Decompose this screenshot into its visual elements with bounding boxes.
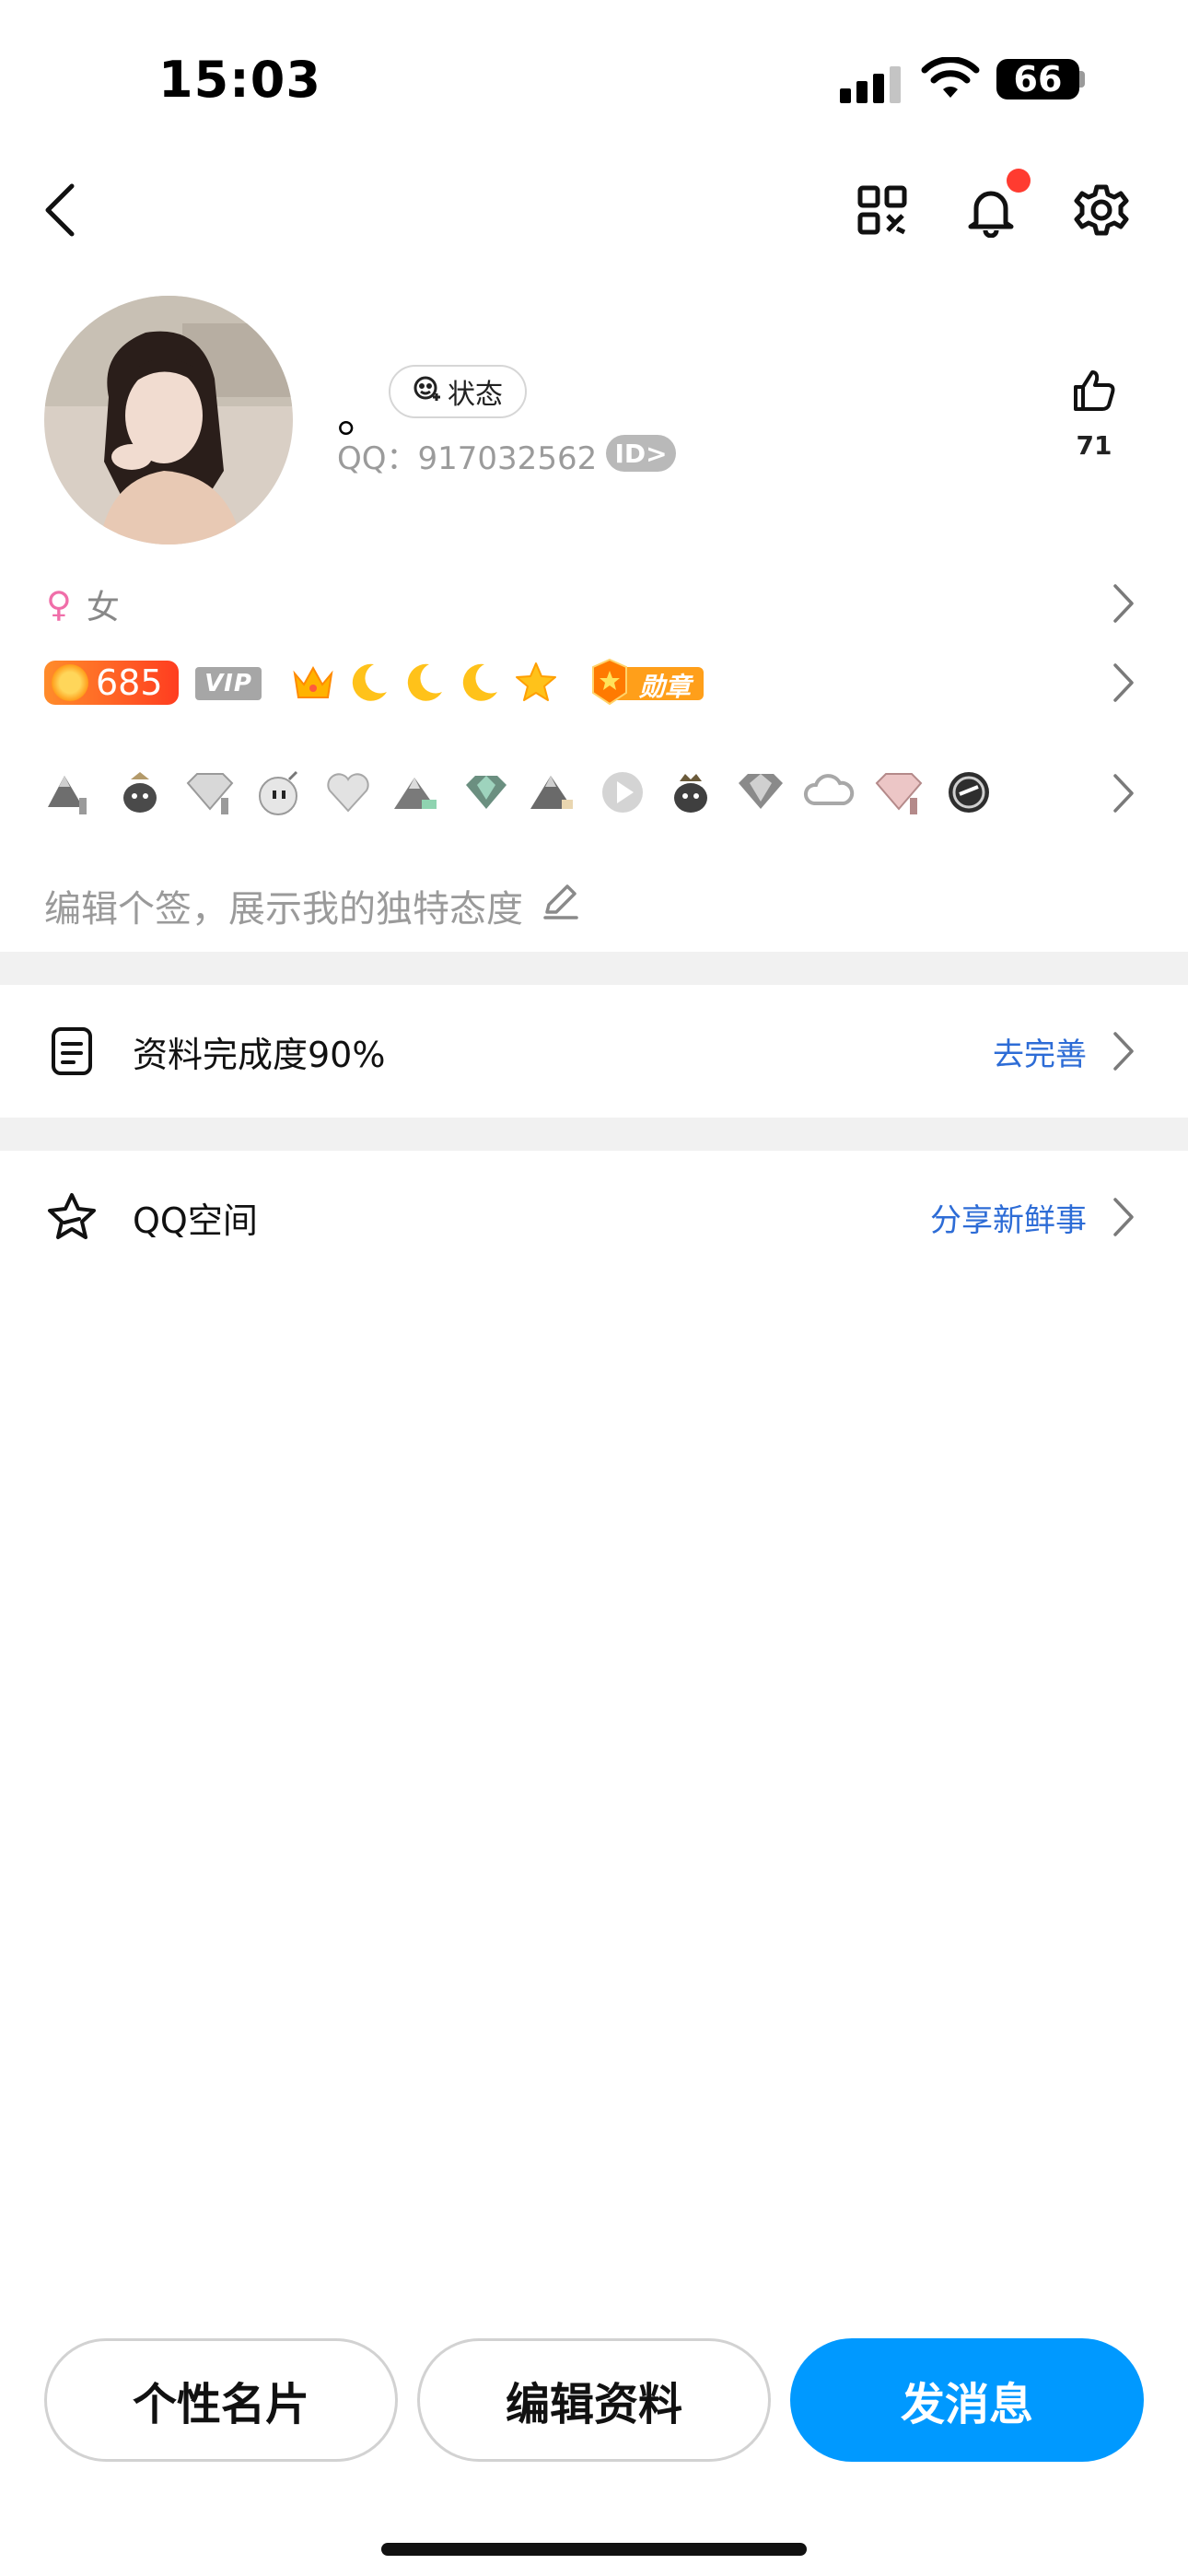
star-icon	[514, 661, 558, 705]
play-badge-icon	[597, 767, 648, 818]
qr-code-icon[interactable]	[855, 182, 910, 238]
mountain-badge-icon	[42, 767, 94, 818]
bomb-badge-icon	[254, 767, 306, 818]
cf-badge-icon	[943, 767, 995, 818]
completeness-label: 资料完成度90%	[133, 1034, 386, 1075]
bell-icon[interactable]	[963, 182, 1019, 239]
cloud-badge-icon	[803, 767, 855, 818]
gem-badge-icon	[460, 767, 512, 818]
diamond-badge-icon	[735, 767, 786, 818]
notification-dot	[1007, 169, 1031, 193]
heart-badge-icon	[322, 767, 374, 818]
chevron-right-icon[interactable]	[1112, 662, 1136, 704]
penguin-badge-icon	[114, 767, 166, 818]
star-outline-icon	[46, 1191, 98, 1243]
cellular-signal-icon	[840, 63, 904, 103]
chevron-right-icon	[1112, 1030, 1136, 1076]
battery-cap	[1079, 71, 1085, 88]
gear-icon[interactable]	[1074, 182, 1129, 238]
section-divider	[0, 1118, 1188, 1151]
status-time: 15:03	[158, 51, 321, 109]
qzone-row[interactable]: QQ空间 分享新鲜事	[0, 1151, 1188, 1283]
penguin-badge-icon	[665, 767, 716, 818]
back-button[interactable]	[41, 181, 81, 240]
qzone-label: QQ空间	[133, 1200, 258, 1241]
chevron-right-icon[interactable]	[1112, 772, 1136, 814]
crown-icon	[291, 661, 335, 705]
level-value: 685	[96, 662, 163, 703]
qq-number: QQ：917032562	[337, 440, 598, 477]
signature-placeholder: 编辑个签，展示我的独特态度	[44, 888, 523, 931]
gender-row[interactable]: ♀ 女	[46, 579, 120, 630]
share-news-link[interactable]: 分享新鲜事	[930, 1195, 1087, 1240]
thumbs-up-icon[interactable]	[1070, 367, 1118, 415]
chevron-right-icon	[1112, 1196, 1136, 1242]
medal-badge[interactable]: 勋章	[589, 658, 705, 708]
personal-card-button[interactable]: 个性名片	[44, 2338, 398, 2462]
level-badge[interactable]: 685	[44, 661, 179, 705]
diamond-badge-icon	[184, 767, 236, 818]
status-face-icon	[413, 373, 442, 410]
gender-label: 女	[86, 589, 120, 626]
complete-profile-link[interactable]: 去完善	[993, 1029, 1087, 1074]
edit-profile-button[interactable]: 编辑资料	[417, 2338, 771, 2462]
id-badge[interactable]: ID>	[606, 435, 676, 472]
section-divider	[0, 952, 1188, 985]
pencil-icon	[540, 881, 580, 931]
mountain-badge-icon	[527, 767, 578, 818]
send-message-button[interactable]: 发消息	[790, 2338, 1144, 2462]
status-button[interactable]: 状态	[389, 365, 527, 418]
chevron-right-icon[interactable]	[1112, 582, 1136, 625]
pink-diamond-badge-icon	[873, 767, 925, 818]
wifi-icon	[921, 56, 980, 101]
status-label: 状态	[448, 379, 503, 411]
profile-completeness-row[interactable]: 资料完成度90% 去完善	[0, 985, 1188, 1118]
moon-icon	[402, 661, 446, 705]
vip-badge[interactable]: VIP	[195, 667, 262, 700]
mountain-badge-icon	[390, 767, 442, 818]
home-indicator	[381, 2543, 807, 2556]
like-count: 71	[1076, 430, 1112, 461]
battery-indicator: 66	[996, 59, 1079, 100]
moon-icon	[457, 661, 501, 705]
coin-icon	[52, 664, 88, 701]
avatar[interactable]	[44, 296, 293, 544]
moon-icon	[346, 661, 390, 705]
medal-label: 勋章	[639, 672, 692, 702]
female-icon: ♀	[46, 584, 72, 625]
signature-editor[interactable]: 编辑个签，展示我的独特态度	[44, 879, 580, 932]
document-icon	[46, 1025, 98, 1077]
